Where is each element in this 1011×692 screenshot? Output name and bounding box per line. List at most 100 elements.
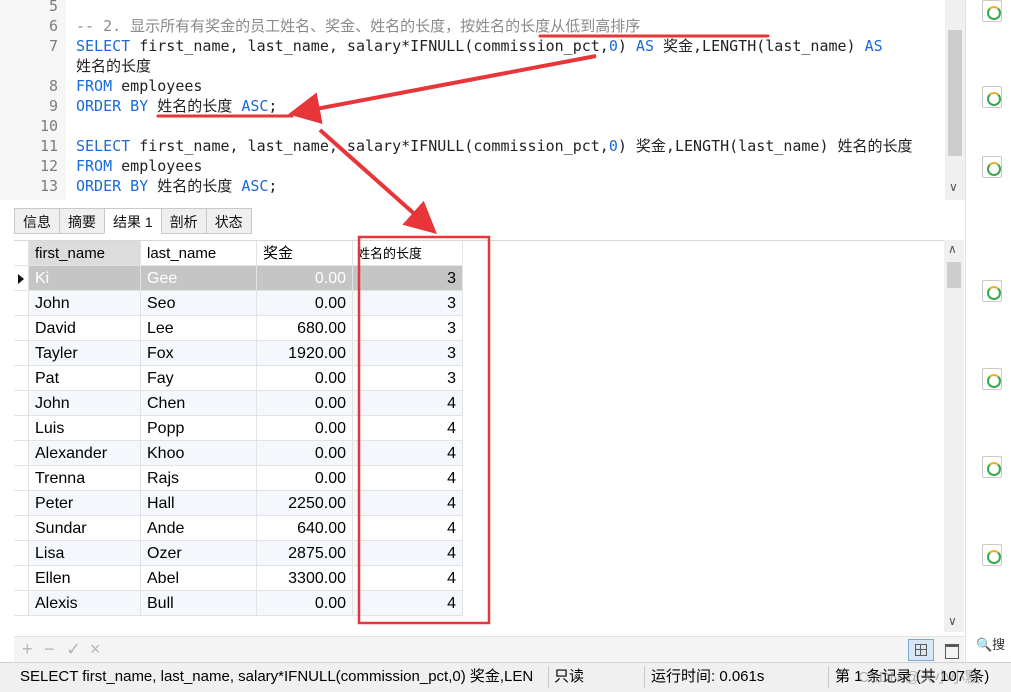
search-snippet-field[interactable]: 🔍搜 xyxy=(976,634,1005,653)
snippet-icon[interactable] xyxy=(982,0,1002,22)
editor-scrollbar[interactable]: ∨ xyxy=(945,0,965,200)
row-selector[interactable] xyxy=(14,491,29,516)
column-header[interactable]: 姓名的长度 xyxy=(353,241,463,266)
first-name-cell[interactable]: Trenna xyxy=(29,466,141,491)
bonus-cell[interactable]: 0.00 xyxy=(257,416,353,441)
bonus-cell[interactable]: 0.00 xyxy=(257,391,353,416)
add-record-button[interactable]: + xyxy=(22,639,33,660)
sql-editor[interactable]: 5 6 -- 2. 显示所有有奖金的员工姓名、奖金、姓名的长度，按姓名的长度从低… xyxy=(0,0,965,200)
name-length-cell[interactable]: 4 xyxy=(353,416,463,441)
last-name-cell[interactable]: Chen xyxy=(141,391,257,416)
last-name-cell[interactable]: Ande xyxy=(141,516,257,541)
table-row[interactable]: Sundar Ande 640.00 4 xyxy=(14,516,464,541)
bonus-cell[interactable]: 2250.00 xyxy=(257,491,353,516)
first-name-cell[interactable]: Pat xyxy=(29,366,141,391)
bonus-cell[interactable]: 3300.00 xyxy=(257,566,353,591)
bonus-cell[interactable]: 0.00 xyxy=(257,291,353,316)
table-row[interactable]: Peter Hall 2250.00 4 xyxy=(14,491,464,516)
last-name-cell[interactable]: Seo xyxy=(141,291,257,316)
name-length-cell[interactable]: 4 xyxy=(353,541,463,566)
first-name-cell[interactable]: Alexander xyxy=(29,441,141,466)
snippet-icon[interactable] xyxy=(982,456,1002,478)
table-row[interactable]: David Lee 680.00 3 xyxy=(14,316,464,341)
bonus-cell[interactable]: 0.00 xyxy=(257,266,353,291)
name-length-cell[interactable]: 3 xyxy=(353,266,463,291)
last-name-cell[interactable]: Lee xyxy=(141,316,257,341)
last-name-cell[interactable]: Gee xyxy=(141,266,257,291)
name-length-cell[interactable]: 3 xyxy=(353,316,463,341)
apply-changes-button[interactable]: ✓ xyxy=(66,639,81,660)
last-name-cell[interactable]: Hall xyxy=(141,491,257,516)
table-row[interactable]: Tayler Fox 1920.00 3 xyxy=(14,341,464,366)
snippet-icon[interactable] xyxy=(982,544,1002,566)
snippet-icon[interactable] xyxy=(982,86,1002,108)
last-name-cell[interactable]: Bull xyxy=(141,591,257,616)
name-length-cell[interactable]: 4 xyxy=(353,491,463,516)
table-row[interactable]: Ki Gee 0.00 3 xyxy=(14,266,464,291)
first-name-cell[interactable]: Tayler xyxy=(29,341,141,366)
last-name-cell[interactable]: Abel xyxy=(141,566,257,591)
result-grid[interactable]: first_name last_name 奖金 姓名的长度 Ki Gee 0.00 3… xyxy=(14,240,964,618)
bonus-cell[interactable]: 680.00 xyxy=(257,316,353,341)
row-selector[interactable] xyxy=(14,416,29,441)
first-name-cell[interactable]: David xyxy=(29,316,141,341)
tab-status[interactable]: 状态 xyxy=(205,208,252,234)
first-name-cell[interactable]: Ellen xyxy=(29,566,141,591)
row-selector[interactable] xyxy=(14,541,29,566)
row-selector[interactable] xyxy=(14,316,29,341)
form-view-icon[interactable] xyxy=(940,639,962,661)
first-name-cell[interactable]: Alexis xyxy=(29,591,141,616)
grid-scrollbar[interactable]: ∧ ∨ xyxy=(944,240,964,632)
row-selector[interactable] xyxy=(14,341,29,366)
column-header[interactable]: first_name xyxy=(29,241,141,266)
table-row[interactable]: Trenna Rajs 0.00 4 xyxy=(14,466,464,491)
grid-view-icon[interactable] xyxy=(908,639,934,661)
last-name-cell[interactable]: Popp xyxy=(141,416,257,441)
column-header[interactable]: last_name xyxy=(141,241,257,266)
discard-changes-button[interactable]: × xyxy=(90,639,101,660)
first-name-cell[interactable]: Lisa xyxy=(29,541,141,566)
first-name-cell[interactable]: John xyxy=(29,391,141,416)
row-selector[interactable] xyxy=(14,366,29,391)
name-length-cell[interactable]: 3 xyxy=(353,291,463,316)
tab-summary[interactable]: 摘要 xyxy=(59,208,105,234)
table-row[interactable]: Luis Popp 0.00 4 xyxy=(14,416,464,441)
first-name-cell[interactable]: Ki xyxy=(29,266,141,291)
last-name-cell[interactable]: Fay xyxy=(141,366,257,391)
bonus-cell[interactable]: 2875.00 xyxy=(257,541,353,566)
row-selector[interactable] xyxy=(14,466,29,491)
name-length-cell[interactable]: 4 xyxy=(353,566,463,591)
bonus-cell[interactable]: 1920.00 xyxy=(257,341,353,366)
name-length-cell[interactable]: 3 xyxy=(353,366,463,391)
chevron-down-icon[interactable]: ∨ xyxy=(948,614,957,628)
bonus-cell[interactable]: 0.00 xyxy=(257,441,353,466)
first-name-cell[interactable]: Sundar xyxy=(29,516,141,541)
chevron-down-icon[interactable]: ∨ xyxy=(949,180,958,194)
snippet-icon[interactable] xyxy=(982,280,1002,302)
row-selector[interactable] xyxy=(14,566,29,591)
last-name-cell[interactable]: Ozer xyxy=(141,541,257,566)
name-length-cell[interactable]: 3 xyxy=(353,341,463,366)
column-header[interactable]: 奖金 xyxy=(257,241,353,266)
first-name-cell[interactable]: John xyxy=(29,291,141,316)
table-row[interactable]: Pat Fay 0.00 3 xyxy=(14,366,464,391)
row-selector[interactable] xyxy=(14,266,29,291)
table-row[interactable]: Alexis Bull 0.00 4 xyxy=(14,591,464,616)
name-length-cell[interactable]: 4 xyxy=(353,441,463,466)
row-selector[interactable] xyxy=(14,291,29,316)
tab-info[interactable]: 信息 xyxy=(14,208,60,234)
grid-scrollbar-thumb[interactable] xyxy=(947,262,961,288)
table-row[interactable]: Alexander Khoo 0.00 4 xyxy=(14,441,464,466)
table-row[interactable]: Ellen Abel 3300.00 4 xyxy=(14,566,464,591)
table-row[interactable]: Lisa Ozer 2875.00 4 xyxy=(14,541,464,566)
delete-record-button[interactable]: − xyxy=(44,639,55,660)
first-name-cell[interactable]: Luis xyxy=(29,416,141,441)
name-length-cell[interactable]: 4 xyxy=(353,466,463,491)
table-row[interactable]: John Chen 0.00 4 xyxy=(14,391,464,416)
bonus-cell[interactable]: 0.00 xyxy=(257,366,353,391)
first-name-cell[interactable]: Peter xyxy=(29,491,141,516)
snippet-icon[interactable] xyxy=(982,156,1002,178)
name-length-cell[interactable]: 4 xyxy=(353,391,463,416)
tab-result-1[interactable]: 结果 1 xyxy=(104,208,162,234)
bonus-cell[interactable]: 640.00 xyxy=(257,516,353,541)
